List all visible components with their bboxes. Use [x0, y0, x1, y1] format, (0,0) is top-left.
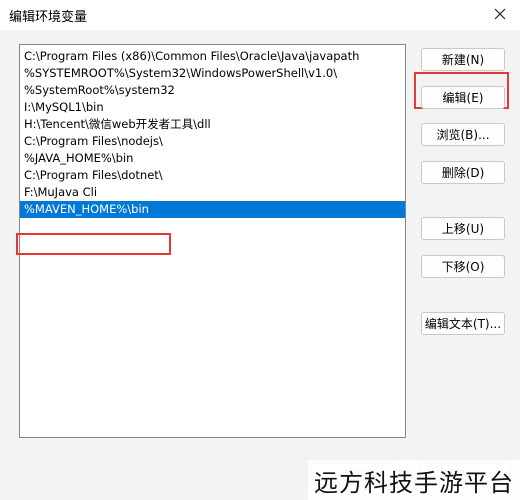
- edit-text-button[interactable]: 编辑文本(T)...: [421, 312, 505, 335]
- path-list[interactable]: C:\Program Files (x86)\Common Files\Orac…: [19, 44, 406, 438]
- delete-button[interactable]: 删除(D): [421, 161, 505, 184]
- dialog-title: 编辑环境变量: [9, 10, 88, 25]
- move-down-button[interactable]: 下移(O): [421, 255, 505, 278]
- path-item[interactable]: C:\Program Files (x86)\Common Files\Orac…: [20, 48, 405, 65]
- edit-env-variable-dialog: 编辑环境变量 C:\Program Files (x86)\Common Fil…: [0, 0, 520, 500]
- edit-button[interactable]: 编辑(E): [421, 86, 505, 109]
- close-button[interactable]: [486, 2, 514, 26]
- path-item[interactable]: C:\Program Files\dotnet\: [20, 167, 405, 184]
- path-item[interactable]: C:\Program Files\nodejs\: [20, 133, 405, 150]
- move-up-button[interactable]: 上移(U): [421, 217, 505, 240]
- watermark: 远方科技手游平台: [308, 460, 520, 500]
- path-item[interactable]: %SYSTEMROOT%\System32\WindowsPowerShell\…: [20, 65, 405, 82]
- path-item[interactable]: %SystemRoot%\system32: [20, 82, 405, 99]
- title-bar: 编辑环境变量: [0, 0, 520, 30]
- browse-button[interactable]: 浏览(B)...: [421, 123, 505, 146]
- path-item-selected[interactable]: %MAVEN_HOME%\bin: [20, 201, 405, 218]
- new-button[interactable]: 新建(N): [421, 48, 505, 71]
- path-item[interactable]: H:\Tencent\微信web开发者工具\dll: [20, 116, 405, 133]
- close-icon: [494, 8, 506, 20]
- path-item[interactable]: %JAVA_HOME%\bin: [20, 150, 405, 167]
- path-item[interactable]: F:\MuJava Cli: [20, 184, 405, 201]
- dialog-body: C:\Program Files (x86)\Common Files\Orac…: [0, 30, 520, 460]
- path-item[interactable]: I:\MySQL1\bin: [20, 99, 405, 116]
